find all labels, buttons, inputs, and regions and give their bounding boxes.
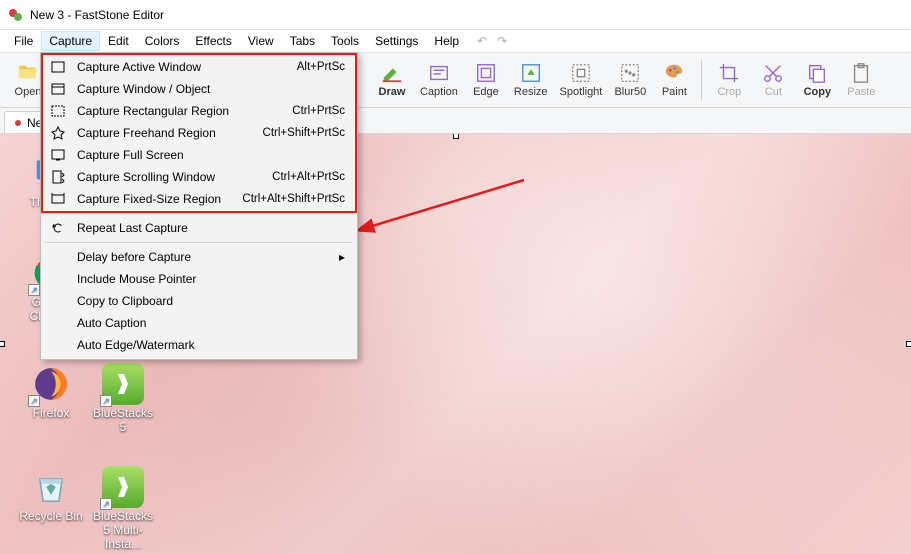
desktop-icon-recycle[interactable]: Recycle Bin bbox=[16, 466, 86, 523]
resize-icon bbox=[520, 62, 542, 84]
copy-to-clipboard[interactable]: Copy to Clipboard bbox=[43, 290, 355, 312]
menu-view[interactable]: View bbox=[240, 31, 282, 51]
capture-active-window[interactable]: Capture Active Window Alt+PrtSc bbox=[43, 56, 355, 78]
shortcut-arrow-icon: ↗ bbox=[100, 498, 112, 510]
menu-effects[interactable]: Effects bbox=[187, 31, 239, 51]
shortcut-arrow-icon: ↗ bbox=[28, 395, 40, 407]
undo-icon[interactable]: ↶ bbox=[477, 34, 487, 48]
selection-handle-left[interactable] bbox=[0, 341, 5, 347]
caption-icon bbox=[428, 62, 450, 84]
window-icon bbox=[49, 58, 67, 76]
menu-separator bbox=[45, 242, 353, 243]
icon-label: BlueStacks 5 bbox=[88, 406, 158, 434]
firefox-icon: ↗ bbox=[30, 363, 72, 405]
copy-icon bbox=[806, 62, 828, 84]
capture-scrolling[interactable]: Capture Scrolling Window Ctrl+Alt+PrtSc bbox=[43, 166, 355, 188]
resize-label: Resize bbox=[514, 86, 548, 98]
icon-label: BlueStacks 5 Multi-Insta... bbox=[88, 509, 158, 551]
icon-label: Firefox bbox=[33, 406, 70, 420]
paint-label: Paint bbox=[662, 86, 687, 98]
icon-label: Recycle Bin bbox=[19, 509, 82, 523]
toolbar-separator bbox=[701, 60, 702, 100]
blur50-label: Blur50 bbox=[614, 86, 646, 98]
paste-button[interactable]: Paste bbox=[839, 56, 883, 104]
bluestacks-multi-icon: ↗ bbox=[102, 466, 144, 508]
bluestacks-icon: ↗ bbox=[102, 363, 144, 405]
selection-handle-right[interactable] bbox=[906, 341, 911, 347]
blur50-button[interactable]: Blur50 bbox=[608, 56, 652, 104]
capture-window-object[interactable]: Capture Window / Object bbox=[43, 78, 355, 100]
menu-edit[interactable]: Edit bbox=[100, 31, 137, 51]
desktop-icon-bluestacks5[interactable]: ↗ BlueStacks 5 bbox=[88, 363, 158, 434]
open-label: Open bbox=[15, 86, 42, 98]
repeat-icon bbox=[49, 219, 67, 237]
repeat-last-capture[interactable]: Repeat Last Capture bbox=[43, 217, 355, 239]
selection-handle-top[interactable] bbox=[453, 134, 459, 139]
shortcut-arrow-icon: ↗ bbox=[28, 284, 40, 296]
scroll-icon bbox=[49, 168, 67, 186]
tab-modified-icon bbox=[15, 120, 21, 126]
menu-bar: File Capture Edit Colors Effects View Ta… bbox=[0, 30, 911, 52]
paste-icon bbox=[850, 62, 872, 84]
menu-tools[interactable]: Tools bbox=[323, 31, 367, 51]
cut-label: Cut bbox=[765, 86, 782, 98]
undo-redo-group: ↶ ↷ bbox=[477, 34, 507, 48]
crop-label: Crop bbox=[717, 86, 741, 98]
caption-label: Caption bbox=[420, 86, 458, 98]
auto-edge-watermark[interactable]: Auto Edge/Watermark bbox=[43, 334, 355, 356]
edge-label: Edge bbox=[473, 86, 499, 98]
paint-icon bbox=[663, 62, 685, 84]
shortcut-arrow-icon: ↗ bbox=[100, 395, 112, 407]
fullscreen-icon bbox=[49, 146, 67, 164]
paint-button[interactable]: Paint bbox=[652, 56, 696, 104]
submenu-arrow-icon: ▸ bbox=[339, 250, 345, 264]
cut-button[interactable]: Cut bbox=[751, 56, 795, 104]
freehand-icon bbox=[49, 124, 67, 142]
edge-button[interactable]: Edge bbox=[464, 56, 508, 104]
paste-label: Paste bbox=[847, 86, 875, 98]
menu-help[interactable]: Help bbox=[426, 31, 467, 51]
menu-separator bbox=[45, 213, 353, 214]
auto-caption[interactable]: Auto Caption bbox=[43, 312, 355, 334]
spotlight-icon bbox=[570, 62, 592, 84]
folder-open-icon bbox=[17, 62, 39, 84]
blur-icon bbox=[619, 62, 641, 84]
crop-button[interactable]: Crop bbox=[707, 56, 751, 104]
draw-button[interactable]: Draw bbox=[370, 56, 414, 104]
resize-button[interactable]: Resize bbox=[508, 56, 554, 104]
desktop-icon-bluestacks-multi[interactable]: ↗ BlueStacks 5 Multi-Insta... bbox=[88, 466, 158, 551]
draw-icon bbox=[381, 62, 403, 84]
capture-freehand[interactable]: Capture Freehand Region Ctrl+Shift+PrtSc bbox=[43, 122, 355, 144]
copy-label: Copy bbox=[804, 86, 832, 98]
menu-tabs[interactable]: Tabs bbox=[282, 31, 323, 51]
capture-rectangular[interactable]: Capture Rectangular Region Ctrl+PrtSc bbox=[43, 100, 355, 122]
rect-icon bbox=[49, 102, 67, 120]
menu-settings[interactable]: Settings bbox=[367, 31, 426, 51]
menu-file[interactable]: File bbox=[6, 31, 41, 51]
crop-icon bbox=[718, 62, 740, 84]
draw-label: Draw bbox=[379, 86, 406, 98]
desktop-icon-firefox[interactable]: ↗ Firefox bbox=[16, 363, 86, 420]
capture-fullscreen[interactable]: Capture Full Screen bbox=[43, 144, 355, 166]
recycle-bin-icon bbox=[30, 466, 72, 508]
caption-button[interactable]: Caption bbox=[414, 56, 464, 104]
copy-button[interactable]: Copy bbox=[795, 56, 839, 104]
cut-icon bbox=[762, 62, 784, 84]
include-mouse-pointer[interactable]: Include Mouse Pointer bbox=[43, 268, 355, 290]
edge-icon bbox=[475, 62, 497, 84]
window-title: New 3 - FastStone Editor bbox=[30, 8, 164, 22]
delay-before-capture[interactable]: Delay before Capture ▸ bbox=[43, 246, 355, 268]
redo-icon[interactable]: ↷ bbox=[497, 34, 507, 48]
capture-fixed-size[interactable]: Capture Fixed-Size Region Ctrl+Alt+Shift… bbox=[43, 188, 355, 210]
menu-capture[interactable]: Capture bbox=[41, 31, 100, 51]
object-icon bbox=[49, 80, 67, 98]
fixed-icon bbox=[49, 190, 67, 208]
title-bar: New 3 - FastStone Editor bbox=[0, 0, 911, 30]
app-logo-icon bbox=[8, 7, 24, 23]
spotlight-label: Spotlight bbox=[560, 86, 603, 98]
menu-colors[interactable]: Colors bbox=[137, 31, 188, 51]
capture-dropdown: Capture Active Window Alt+PrtSc Capture … bbox=[40, 52, 358, 360]
spotlight-button[interactable]: Spotlight bbox=[554, 56, 609, 104]
